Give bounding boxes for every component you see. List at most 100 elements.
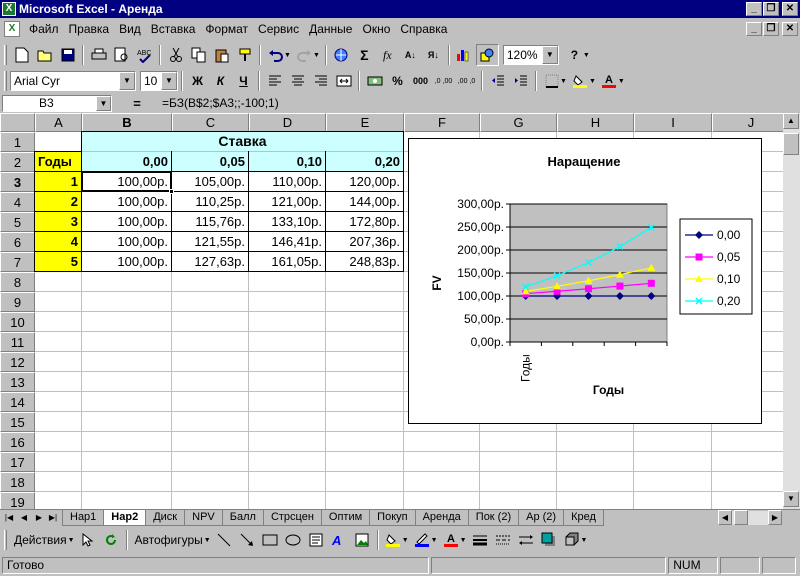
rate-cell[interactable]: 0,10 — [249, 152, 325, 171]
percent-button[interactable]: % — [386, 70, 409, 92]
value-cell[interactable]: 172,80р. — [326, 212, 403, 231]
autoshapes-menu[interactable]: Автофигуры — [131, 533, 207, 547]
chart-wizard-icon[interactable] — [453, 44, 476, 66]
chevron-down-icon[interactable]: ▼ — [618, 78, 625, 85]
value-cell[interactable]: 100,00р. — [82, 192, 171, 211]
font-size-select[interactable]: 10 ▼ — [140, 71, 178, 91]
chevron-down-icon[interactable]: ▼ — [284, 52, 291, 59]
font-select[interactable]: Arial Cyr ▼ — [10, 71, 136, 91]
row-header-19[interactable]: 19 — [0, 492, 35, 509]
row-header-18[interactable]: 18 — [0, 472, 35, 492]
sheet-tab[interactable]: Пок (2) — [467, 510, 520, 526]
chevron-down-icon[interactable]: ▼ — [402, 537, 409, 544]
underline-button[interactable]: Ч — [232, 70, 255, 92]
hyperlink-icon[interactable] — [330, 44, 353, 66]
sheet-tab[interactable]: Нар1 — [62, 510, 105, 526]
menu-insert[interactable]: Вставка — [146, 20, 201, 38]
function-icon[interactable]: fx — [376, 44, 399, 66]
column-header-b[interactable]: B — [82, 113, 172, 132]
new-icon[interactable] — [10, 44, 33, 66]
sheet-tab[interactable]: Оптим — [320, 510, 371, 526]
sheet-tab[interactable]: Балл — [221, 510, 264, 526]
value-cell[interactable]: 100,00р. — [82, 252, 171, 271]
scroll-left-button[interactable]: ◀ — [718, 510, 732, 525]
align-center-icon[interactable] — [286, 70, 309, 92]
pointer-icon[interactable] — [77, 529, 100, 551]
scroll-thumb[interactable] — [783, 133, 799, 155]
shadow-icon[interactable] — [538, 529, 561, 551]
chevron-down-icon[interactable]: ▼ — [68, 537, 75, 544]
value-cell[interactable]: 105,00р. — [172, 172, 248, 191]
value-cell[interactable]: 100,00р. — [82, 232, 171, 251]
value-cell[interactable]: 110,25р. — [172, 192, 248, 211]
rate-cell[interactable]: 0,05 — [172, 152, 248, 171]
copy-icon[interactable] — [187, 44, 210, 66]
value-cell[interactable]: 121,55р. — [172, 232, 248, 251]
autosum-icon[interactable]: Σ — [353, 44, 376, 66]
value-cell[interactable]: 133,10р. — [249, 212, 325, 231]
dash-style-icon[interactable] — [492, 529, 515, 551]
excel-icon[interactable]: X — [2, 2, 16, 16]
row-header-16[interactable]: 16 — [0, 432, 35, 452]
row-header-9[interactable]: 9 — [0, 292, 35, 312]
format-painter-icon[interactable] — [233, 44, 256, 66]
sheet-tab[interactable]: Кред — [563, 510, 604, 526]
sort-descending-icon[interactable]: Я↓ — [422, 44, 445, 66]
year-cell[interactable]: 1 — [35, 172, 81, 191]
sheet-tab[interactable]: Стрсцен — [262, 510, 322, 526]
row-header-17[interactable]: 17 — [0, 452, 35, 472]
menu-tools[interactable]: Сервис — [253, 20, 304, 38]
doc-minimize-button[interactable]: _ — [746, 22, 762, 36]
increase-decimal-button[interactable]: ,0 ,00 — [432, 70, 455, 92]
column-header-a[interactable]: A — [35, 113, 82, 132]
row-header-3[interactable]: 3 — [0, 172, 35, 192]
fill-handle[interactable] — [169, 189, 174, 194]
menu-edit[interactable]: Правка — [64, 20, 115, 38]
zoom-select[interactable]: 120% ▼ — [502, 45, 559, 65]
spelling-icon[interactable]: ABC — [133, 44, 156, 66]
chevron-down-icon[interactable]: ▼ — [431, 537, 438, 544]
print-icon[interactable] — [87, 44, 110, 66]
doc-close-button[interactable]: ✕ — [782, 22, 798, 36]
value-cell[interactable]: 115,76р. — [172, 212, 248, 231]
row-header-15[interactable]: 15 — [0, 412, 35, 432]
year-cell[interactable]: 5 — [35, 252, 81, 271]
close-button[interactable]: ✕ — [782, 2, 798, 16]
chevron-down-icon[interactable]: ▼ — [583, 52, 590, 59]
value-cell[interactable]: 207,36р. — [326, 232, 403, 251]
menu-file[interactable]: Файл — [24, 20, 64, 38]
row-header-12[interactable]: 12 — [0, 352, 35, 372]
arrow-icon[interactable] — [236, 529, 259, 551]
currency-icon[interactable] — [363, 70, 386, 92]
column-header-i[interactable]: I — [634, 113, 712, 132]
next-sheet-button[interactable]: ▶ — [32, 511, 46, 525]
chevron-down-icon[interactable]: ▼ — [589, 78, 596, 85]
value-cell[interactable]: 120,00р. — [326, 172, 403, 191]
year-cell[interactable]: 3 — [35, 212, 81, 231]
column-header-d[interactable]: D — [249, 113, 326, 132]
column-header-j[interactable]: J — [712, 113, 783, 132]
formula-input[interactable]: =БЗ(B$2;$A3;;-100;1) — [162, 96, 279, 110]
year-cell[interactable]: 4 — [35, 232, 81, 251]
row-header-11[interactable]: 11 — [0, 332, 35, 352]
clipart-icon[interactable] — [351, 529, 374, 551]
value-cell[interactable]: 100,00р. — [82, 172, 171, 191]
row-header-14[interactable]: 14 — [0, 392, 35, 412]
row-header-10[interactable]: 10 — [0, 312, 35, 332]
decrease-decimal-button[interactable]: ,00 ,0 — [455, 70, 478, 92]
sheet-tab[interactable]: Диск — [145, 510, 186, 526]
sheet-tab[interactable]: NPV — [184, 510, 223, 526]
menu-view[interactable]: Вид — [114, 20, 146, 38]
chevron-down-icon[interactable]: ▼ — [161, 72, 177, 90]
open-icon[interactable] — [33, 44, 56, 66]
doc-restore-button[interactable]: ❐ — [763, 22, 779, 36]
row-header-1[interactable]: 1 — [0, 132, 35, 152]
row-header-5[interactable]: 5 — [0, 212, 35, 232]
value-cell[interactable]: 144,00р. — [326, 192, 403, 211]
sheet-tab[interactable]: Аренда — [414, 510, 469, 526]
sheet-tab-active[interactable]: Нар2 — [103, 510, 147, 526]
align-right-icon[interactable] — [309, 70, 332, 92]
years-header[interactable]: Годы — [35, 152, 81, 171]
value-cell[interactable]: 127,63р. — [172, 252, 248, 271]
italic-button[interactable]: К — [209, 70, 232, 92]
